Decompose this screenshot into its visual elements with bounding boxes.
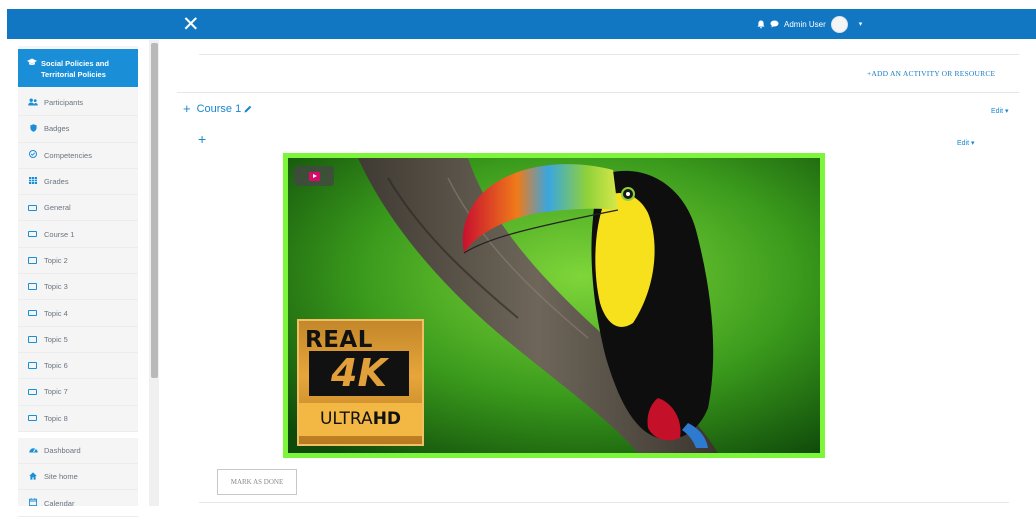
calendar-icon xyxy=(27,498,39,508)
divider xyxy=(199,502,1009,503)
sidebar-item-label: Topic 7 xyxy=(44,387,68,397)
sidebar-item-general[interactable]: General xyxy=(18,195,138,222)
sidebar-item-label: Competencies xyxy=(44,150,92,160)
section-title[interactable]: Course 1 xyxy=(197,103,242,115)
avatar[interactable] xyxy=(830,15,848,33)
sidebar-item-topic-6[interactable]: Topic 6 xyxy=(18,353,138,380)
sidebar-item-participants[interactable]: Participants xyxy=(18,90,138,117)
top-navbar: ✕ Admin User ▾ xyxy=(7,9,1036,39)
home-icon xyxy=(27,472,39,482)
sidebar-item-topic-4[interactable]: Topic 4 xyxy=(18,300,138,327)
divider xyxy=(177,92,1019,93)
sidebar-item-label: Topic 6 xyxy=(44,361,68,371)
divider xyxy=(199,54,1019,55)
badge-ultrahd: ULTRAHD xyxy=(299,403,422,436)
user-menu[interactable]: Admin User ▾ xyxy=(757,15,862,33)
edit-menu-section[interactable]: Edit ▾ xyxy=(991,107,1009,115)
sidebar-item-label: Badges xyxy=(44,124,70,134)
edit-menu-activity[interactable]: Edit ▾ xyxy=(957,139,975,147)
badge-hd-text: HD xyxy=(372,409,402,429)
sidebar-item-label: Course 1 xyxy=(44,229,75,239)
user-name[interactable]: Admin User xyxy=(784,20,826,29)
sidebar-item-site-home[interactable]: Site home xyxy=(18,464,138,491)
folder-icon xyxy=(28,362,37,369)
sidebar-item-course-1[interactable]: Course 1 xyxy=(18,221,138,248)
sidebar-item-label: Social Policies and Territorial Policies xyxy=(41,59,109,79)
sidebar-item-label: Participants xyxy=(44,98,84,108)
real-4k-badge: REAL 4K ULTRAHD xyxy=(297,319,424,446)
folder-icon xyxy=(28,204,37,212)
sidebar-item-topic-2[interactable]: Topic 2 xyxy=(18,248,138,275)
add-activity-link[interactable]: +ADD AN ACTIVITY OR RESOURCE xyxy=(867,69,995,78)
dashboard-icon xyxy=(27,446,39,455)
sidebar-list: Participants Badges Competencies Grades … xyxy=(18,90,138,517)
sidebar-item-label: Calendar xyxy=(44,498,75,508)
sidebar-item-calendar[interactable]: Calendar xyxy=(18,490,138,517)
sidebar-item-label: Topic 4 xyxy=(44,308,68,318)
play-button[interactable] xyxy=(294,166,334,186)
sidebar-item-grades[interactable]: Grades xyxy=(18,169,138,196)
folder-icon xyxy=(28,414,37,422)
chevron-down-icon[interactable]: ▾ xyxy=(859,20,863,28)
badge-real-text: REAL xyxy=(305,327,373,353)
video-player[interactable]: REAL 4K ULTRAHD xyxy=(283,153,825,458)
sidebar-item-topic-5[interactable]: Topic 5 xyxy=(18,327,138,353)
sidebar-item-label: Topic 5 xyxy=(44,334,68,344)
sidebar-item-dashboard[interactable]: Dashboard xyxy=(18,438,138,465)
sidebar-item-label: Grades xyxy=(44,177,69,187)
chat-icon[interactable] xyxy=(770,20,779,28)
close-drawer-button[interactable]: ✕ xyxy=(182,11,200,37)
sidebar-item-label: Topic 3 xyxy=(44,282,68,292)
expand-plus-icon[interactable]: + xyxy=(183,101,191,116)
badge-4k-text: 4K xyxy=(309,351,409,396)
bell-icon[interactable] xyxy=(757,20,765,29)
sidebar-item-label: Topic 2 xyxy=(44,255,68,265)
folder-icon xyxy=(28,257,37,264)
check-circle-icon xyxy=(27,150,39,160)
sidebar-item-label: Topic 8 xyxy=(44,413,68,423)
shield-icon xyxy=(27,124,39,134)
folder-icon xyxy=(28,336,37,343)
table-icon xyxy=(27,177,39,186)
section-header: + Course 1 xyxy=(183,101,252,116)
folder-icon xyxy=(28,309,37,317)
sidebar-item-course[interactable]: Social Policies and Territorial Policies xyxy=(18,49,138,87)
sidebar-item-label: Site home xyxy=(44,472,78,482)
sidebar-item-topic-7[interactable]: Topic 7 xyxy=(18,379,138,406)
graduation-cap-icon xyxy=(27,58,37,87)
pencil-icon[interactable] xyxy=(244,105,252,113)
folder-icon xyxy=(28,388,37,396)
badge-ultra-text: ULTRA xyxy=(319,409,373,429)
sidebar-item-label: Dashboard xyxy=(44,446,81,455)
sidebar-item-topic-8[interactable]: Topic 8 xyxy=(18,406,138,432)
sidebar-item-topic-3[interactable]: Topic 3 xyxy=(18,274,138,301)
folder-icon xyxy=(28,230,37,238)
users-icon xyxy=(27,98,39,108)
sidebar-item-badges[interactable]: Badges xyxy=(18,116,138,143)
mark-as-done-button[interactable]: MARK AS DONE xyxy=(217,469,297,495)
play-icon xyxy=(308,171,320,181)
move-icon[interactable]: + xyxy=(198,131,206,147)
course-sidebar: Social Policies and Territorial Policies… xyxy=(18,46,138,517)
sidebar-item-label: General xyxy=(44,203,71,213)
sidebar-scrollbar-thumb[interactable] xyxy=(151,43,158,378)
sidebar-item-competencies[interactable]: Competencies xyxy=(18,143,138,169)
folder-icon xyxy=(28,283,37,290)
